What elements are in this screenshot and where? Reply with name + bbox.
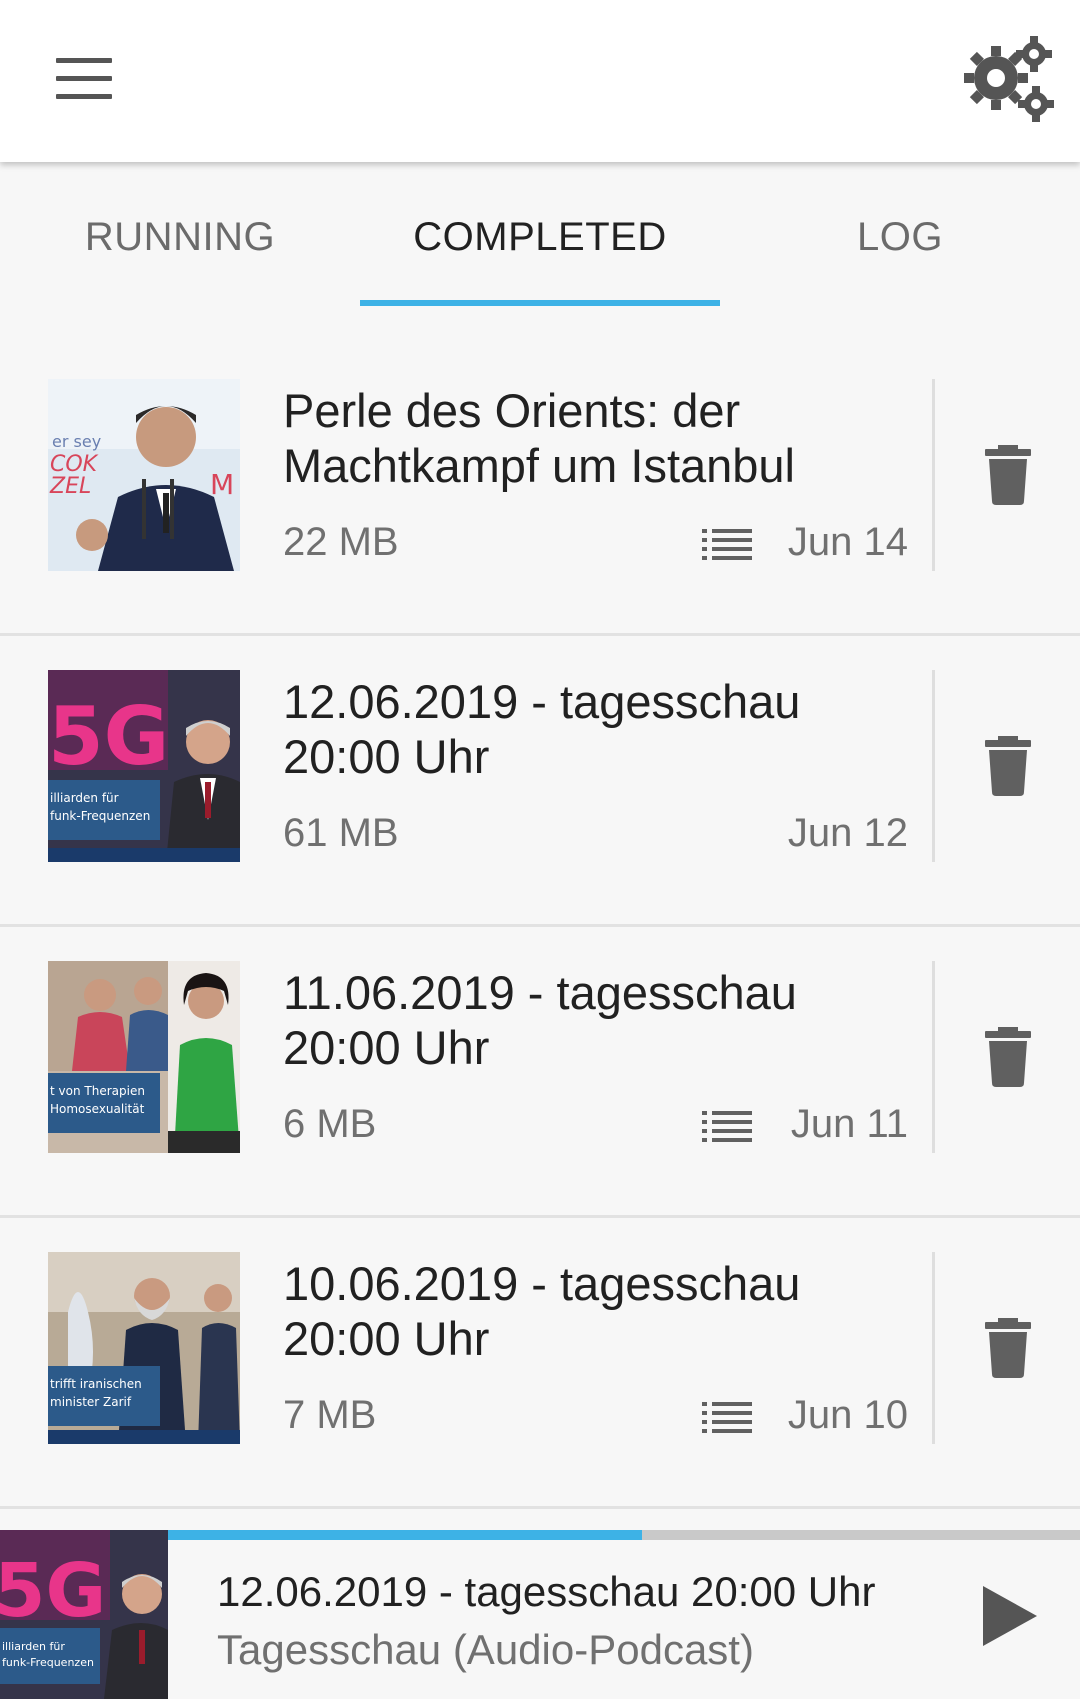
tab-log[interactable]: LOG: [720, 162, 1080, 312]
file-size: 22 MB: [283, 520, 399, 564]
list-item[interactable]: 5G illiarden für funk-Frequenzen 12.06.2…: [0, 636, 1080, 927]
file-size: 61 MB: [283, 811, 399, 855]
active-tab-indicator: [360, 300, 720, 306]
svg-text:5G: 5G: [0, 1548, 106, 1634]
svg-text:5G: 5G: [48, 690, 169, 783]
now-playing-title: 12.06.2019 - tagesschau 20:00 Uhr: [217, 1568, 876, 1615]
download-date: Jun 11: [790, 1102, 908, 1146]
svg-text:minister Zarif: minister Zarif: [50, 1395, 132, 1409]
delete-trash-icon[interactable]: [983, 1027, 1033, 1087]
gears-icon[interactable]: [958, 34, 1058, 124]
svg-text:t von Therapien: t von Therapien: [50, 1084, 145, 1098]
svg-text:funk-Frequenzen: funk-Frequenzen: [2, 1656, 94, 1669]
hamburger-menu-icon[interactable]: [44, 44, 124, 114]
svg-text:funk-Frequenzen: funk-Frequenzen: [50, 809, 150, 823]
svg-text:er sey: er sey: [52, 432, 101, 451]
divider: [932, 1252, 935, 1444]
divider: [932, 379, 935, 571]
mini-player[interactable]: 5G illiarden für funk-Frequenzen 12.06.2…: [0, 1530, 1080, 1699]
tab-completed[interactable]: COMPLETED: [360, 162, 720, 312]
playback-progress-bar[interactable]: [168, 1530, 1080, 1540]
episode-thumbnail: er sey COK ZEL M: [48, 379, 240, 571]
download-date: Jun 10: [787, 1393, 908, 1437]
list-item[interactable]: trifft iranischen minister Zarif 10.06.2…: [0, 1218, 1080, 1509]
divider: [932, 961, 935, 1153]
download-date: Jun 14: [787, 520, 908, 564]
episode-thumbnail: trifft iranischen minister Zarif: [48, 1252, 240, 1444]
episode-title: 11.06.2019 - tagesschau 20:00 Uhr: [283, 966, 797, 1074]
chapters-list-icon: [702, 1109, 752, 1145]
now-playing-podcast: Tagesschau (Audio-Podcast): [217, 1626, 754, 1673]
delete-trash-icon[interactable]: [983, 445, 1033, 505]
svg-text:Homosexualität: Homosexualität: [50, 1102, 145, 1116]
episode-title: Perle des Orients: der Machtkampf um Ist…: [283, 384, 795, 492]
file-size: 7 MB: [283, 1393, 377, 1437]
delete-trash-icon[interactable]: [983, 1318, 1033, 1378]
playback-progress-fill: [168, 1530, 643, 1540]
tab-running[interactable]: RUNNING: [0, 162, 360, 312]
chapters-list-icon: [702, 1400, 752, 1436]
svg-text:illiarden für: illiarden für: [50, 791, 119, 805]
episode-thumbnail: t von Therapien Homosexualität: [48, 961, 240, 1153]
list-item[interactable]: t von Therapien Homosexualität 11.06.201…: [0, 927, 1080, 1218]
chapters-list-icon: [702, 527, 752, 563]
svg-text:trifft iranischen: trifft iranischen: [50, 1377, 142, 1391]
list-item[interactable]: er sey COK ZEL M Perle des Orients: der …: [0, 345, 1080, 636]
episode-thumbnail: 5G illiarden für funk-Frequenzen: [48, 670, 240, 862]
episode-title: 10.06.2019 - tagesschau 20:00 Uhr: [283, 1257, 801, 1365]
svg-text:ZEL: ZEL: [49, 474, 91, 499]
delete-trash-icon[interactable]: [983, 736, 1033, 796]
svg-text:M: M: [210, 468, 234, 501]
svg-text:illiarden für: illiarden für: [2, 1640, 65, 1653]
download-date: Jun 12: [787, 811, 908, 855]
play-icon[interactable]: [975, 1580, 1045, 1652]
episode-title: 12.06.2019 - tagesschau 20:00 Uhr: [283, 675, 801, 783]
divider: [932, 670, 935, 862]
tab-bar: RUNNING COMPLETED LOG: [0, 162, 1080, 312]
completed-downloads-list: er sey COK ZEL M Perle des Orients: der …: [0, 345, 1080, 1509]
file-size: 6 MB: [283, 1102, 377, 1146]
app-bar: [0, 0, 1080, 162]
now-playing-thumbnail: 5G illiarden für funk-Frequenzen: [0, 1530, 168, 1699]
